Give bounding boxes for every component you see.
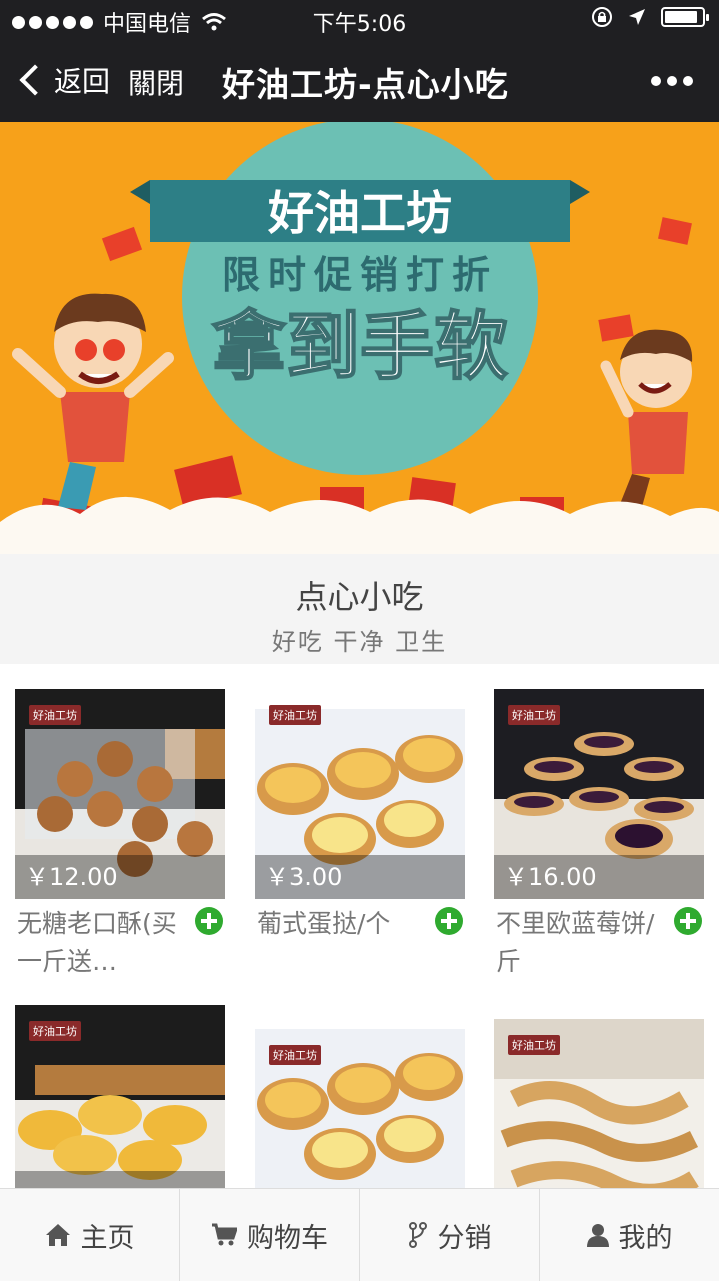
brand-tag: 好油工坊 — [29, 1021, 81, 1041]
product-image[interactable]: 好油工坊 ￥3.00 — [255, 689, 465, 899]
brand-tag: 好油工坊 — [29, 705, 81, 725]
product-price — [15, 1171, 225, 1188]
close-button[interactable]: 關閉 — [128, 62, 184, 102]
add-to-cart-button[interactable] — [674, 907, 702, 935]
more-dot-icon — [667, 76, 677, 86]
brand-tag: 好油工坊 — [269, 1045, 321, 1065]
tab-distribution-label: 分销 — [437, 1222, 492, 1254]
promo-banner[interactable]: 好油工坊 限时促销打折 拿到手软 — [0, 122, 719, 554]
tab-me[interactable]: 我的 — [540, 1189, 719, 1281]
brand-tag: 好油工坊 — [508, 1035, 560, 1055]
banner-promo: 限时促销打折 — [222, 253, 498, 297]
banner-artwork: 好油工坊 限时促销打折 拿到手软 — [0, 122, 719, 554]
more-dot-icon — [651, 76, 661, 86]
banner-slogan: 拿到手软 — [212, 304, 508, 390]
add-to-cart-button[interactable] — [195, 907, 223, 935]
product-image[interactable]: 好油工坊 — [255, 1029, 465, 1188]
tab-home[interactable]: 主页 — [0, 1189, 180, 1281]
status-right — [591, 6, 709, 28]
brand-tag: 好油工坊 — [508, 705, 560, 725]
branch-icon — [408, 1222, 427, 1248]
product-name[interactable]: 无糖老口酥(买一斤送… — [17, 905, 187, 981]
product-price: ￥12.00 — [15, 855, 225, 899]
category-title: 点心小吃 — [295, 578, 424, 616]
category-header: 点心小吃 好吃 干净 卫生 — [0, 554, 719, 664]
brand-tag: 好油工坊 — [269, 705, 321, 725]
rotation-lock-icon — [592, 7, 612, 27]
tab-distribution[interactable]: 分销 — [360, 1189, 540, 1281]
back-button[interactable]: 返回 — [18, 60, 110, 100]
product-name[interactable]: 葡式蛋挞/个 — [257, 905, 427, 943]
chevron-left-icon — [19, 64, 51, 96]
tab-cart[interactable]: 购物车 — [180, 1189, 360, 1281]
banner-circle — [182, 122, 538, 475]
product-image[interactable]: 好油工坊 — [494, 1019, 704, 1188]
banner-brand: 好油工坊 — [267, 186, 452, 240]
more-dot-icon — [683, 76, 693, 86]
back-label: 返回 — [54, 65, 111, 98]
product-image[interactable]: 好油工坊 ￥12.00 — [15, 689, 225, 899]
bottom-tab-bar: 主页 购物车 分销 我的 — [0, 1188, 719, 1281]
home-icon — [45, 1224, 70, 1246]
product-grid: 好油工坊 ￥12.00 无糖老口酥(买一斤送… 好油工坊 ￥3.00 葡式蛋挞/… — [0, 664, 719, 1188]
product-image[interactable]: 好油工坊 — [15, 1005, 225, 1188]
cart-icon — [212, 1223, 237, 1246]
more-menu-button[interactable] — [651, 76, 693, 86]
tab-me-label: 我的 — [618, 1222, 673, 1254]
tab-cart-label: 购物车 — [247, 1222, 328, 1254]
status-bar: 中国电信 下午5:06 — [0, 0, 719, 40]
user-icon — [586, 1224, 609, 1247]
tab-home-label: 主页 — [80, 1222, 135, 1254]
page-title: 好油工坊-点心小吃 — [222, 65, 509, 104]
category-subtitle: 好吃 干净 卫生 — [271, 628, 448, 656]
product-price: ￥16.00 — [494, 855, 704, 899]
product-image[interactable]: 好油工坊 ￥16.00 — [494, 689, 704, 899]
product-name[interactable]: 不里欧蓝莓饼/斤 — [496, 905, 666, 981]
add-to-cart-button[interactable] — [435, 907, 463, 935]
product-price: ￥3.00 — [255, 855, 465, 899]
location-icon — [629, 9, 645, 25]
battery-icon — [661, 7, 709, 27]
nav-bar: 返回 關閉 好油工坊-点心小吃 — [0, 40, 719, 122]
battery-level — [665, 11, 698, 23]
